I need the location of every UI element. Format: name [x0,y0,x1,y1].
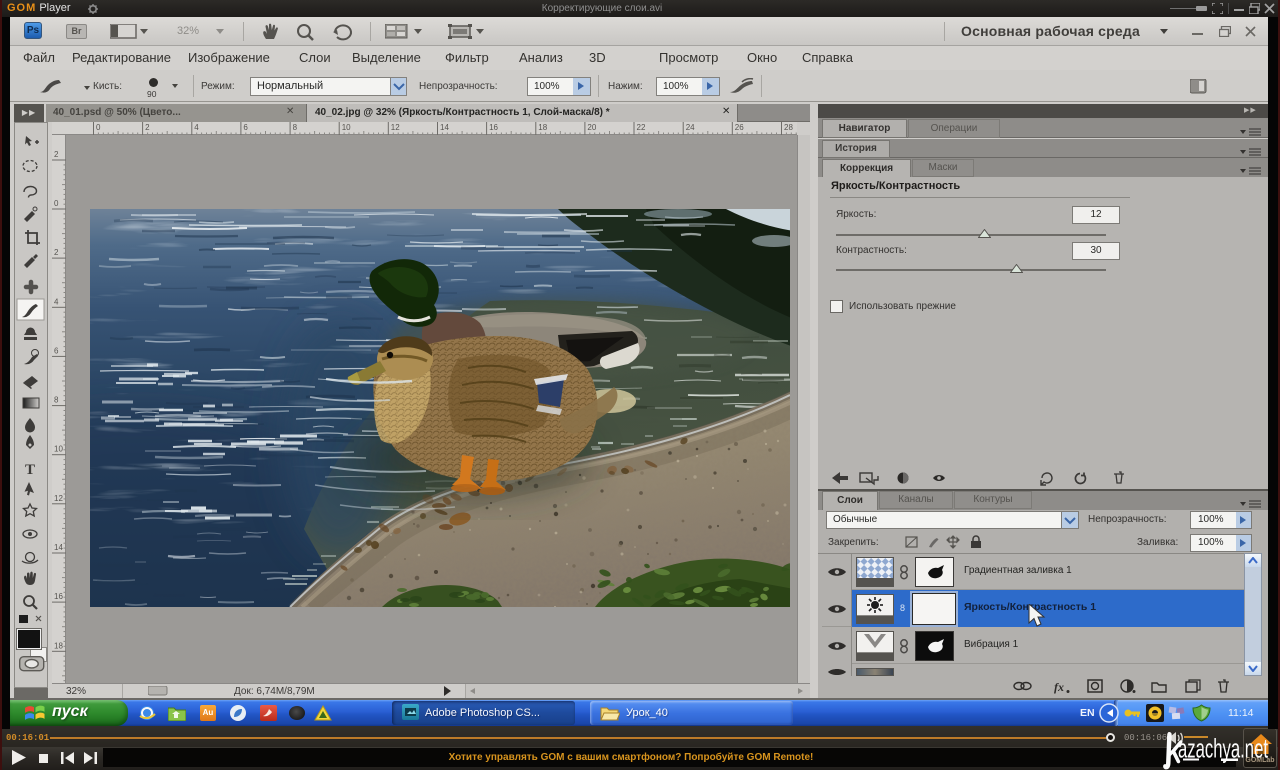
svg-text:14: 14 [440,123,449,132]
svg-text:18: 18 [538,123,547,132]
svg-text:T: T [25,462,35,478]
svg-text:8: 8 [293,123,298,132]
svg-text:6: 6 [54,346,59,355]
svg-text:28: 28 [784,123,793,132]
svg-text:12: 12 [54,494,63,503]
svg-text:10: 10 [342,123,351,132]
svg-text:0: 0 [54,199,59,208]
svg-text:8: 8 [54,396,59,405]
svg-text:6: 6 [243,123,248,132]
svg-text:10: 10 [54,445,63,454]
svg-text:2: 2 [145,123,150,132]
svg-text:22: 22 [637,123,646,132]
svg-text:18: 18 [54,641,63,650]
svg-text:14: 14 [54,543,63,552]
svg-text:20: 20 [587,123,596,132]
svg-text:12: 12 [391,123,400,132]
svg-text:24: 24 [686,123,695,132]
svg-text:4: 4 [54,297,59,306]
svg-text:16: 16 [489,123,498,132]
svg-text:2: 2 [54,248,59,257]
svg-text:26: 26 [735,123,744,132]
svg-text:fx: fx [1054,680,1064,694]
svg-text:16: 16 [54,592,63,601]
svg-text:4: 4 [194,123,199,132]
svg-text:0: 0 [96,123,101,132]
svg-text:2: 2 [54,150,59,159]
